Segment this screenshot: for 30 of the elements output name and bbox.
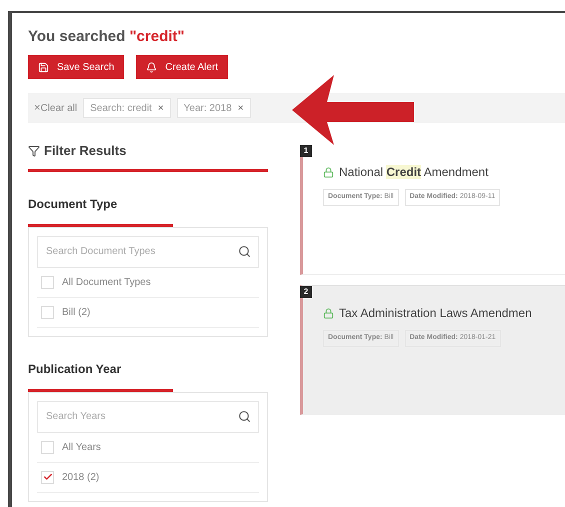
option-label: All Years <box>62 440 101 454</box>
filter-chip[interactable]: Search: credit × <box>83 98 171 118</box>
bell-icon <box>146 62 158 72</box>
option-label: Bill (2) <box>62 306 90 320</box>
section-title: Publication Year <box>28 360 122 378</box>
search-field[interactable]: Search Document Types <box>37 236 259 268</box>
checkbox[interactable] <box>41 306 54 318</box>
lock-icon <box>323 166 334 178</box>
result-title[interactable]: National Credit Amendment <box>339 163 488 181</box>
action-button[interactable]: Create Alert <box>136 55 228 79</box>
filter-chip[interactable]: Year: 2018 × <box>176 98 251 118</box>
search-field[interactable]: Search Years <box>37 400 259 432</box>
option-label: 2018 (2) <box>62 470 100 484</box>
result-number: 2 <box>300 286 312 298</box>
search-icon <box>238 410 251 422</box>
result-number: 1 <box>300 145 312 157</box>
panel-title: Filter Results <box>44 142 126 160</box>
result-title[interactable]: Tax Administration Laws Amendmen <box>339 304 532 322</box>
search-icon <box>238 244 251 258</box>
lock-icon <box>323 308 334 318</box>
option-label: All Document Types <box>62 276 151 290</box>
clear-all-link[interactable]: ×Clear all <box>34 100 78 116</box>
search-heading: You searched "credit" <box>28 27 185 47</box>
section-title: Document Type <box>28 196 118 212</box>
action-button[interactable]: Save Search <box>28 55 124 79</box>
checkbox[interactable] <box>41 470 54 484</box>
checkbox[interactable] <box>41 276 54 288</box>
filter-icon <box>28 144 40 157</box>
checkbox[interactable] <box>41 440 54 454</box>
save-icon <box>38 62 49 72</box>
